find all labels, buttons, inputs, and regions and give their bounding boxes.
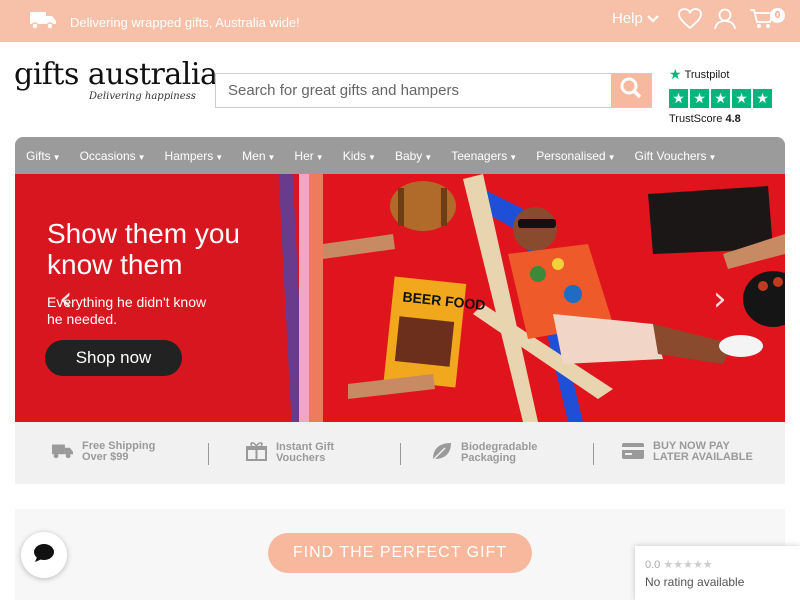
announcement-text: Delivering wrapped gifts, Australia wide…	[70, 15, 300, 30]
nav-item-men[interactable]: Men ▼	[242, 149, 275, 163]
nav-item-teenagers[interactable]: Teenagers ▼	[451, 149, 517, 163]
search-input[interactable]	[216, 74, 611, 107]
nav-item-personalised[interactable]: Personalised ▼	[536, 149, 615, 163]
nav-item-hampers[interactable]: Hampers ▼	[165, 149, 224, 163]
nav-item-baby[interactable]: Baby ▼	[395, 149, 432, 163]
usp-line2: Vouchers	[276, 451, 326, 464]
trustscore-value: 4.8	[725, 113, 741, 125]
search-button[interactable]	[611, 74, 651, 107]
chevron-left-icon[interactable]: ‹	[59, 279, 73, 319]
search-icon	[620, 77, 642, 104]
nav-item-gift-vouchers[interactable]: Gift Vouchers ▼	[635, 149, 717, 163]
nav-item-occasions[interactable]: Occasions ▼	[80, 149, 146, 163]
nav-label: Personalised	[536, 148, 606, 163]
help-menu[interactable]: Help	[612, 10, 659, 27]
caret-down-icon: ▼	[215, 152, 224, 162]
hero-banner[interactable]: BEER FOOD Show them you know them Everyt…	[15, 174, 785, 422]
rating-score: 0.0	[645, 559, 661, 571]
nav-label: Her	[294, 148, 314, 163]
truck-icon	[30, 10, 56, 35]
help-label: Help	[612, 10, 643, 27]
trustpilot-logo: ★ Trustpilot	[669, 66, 772, 83]
decorative-stripe	[299, 174, 309, 422]
star-icon: ★	[690, 89, 709, 108]
gift-icon	[246, 441, 267, 464]
trustscore-label: TrustScore	[669, 113, 723, 125]
star-icon: ★	[669, 66, 682, 82]
credit-card-icon	[622, 442, 644, 462]
chevron-down-icon	[647, 10, 659, 27]
usp-strip: Free Shipping Over $99 Instant Gift Vouche…	[15, 422, 785, 484]
caret-down-icon: ▼	[137, 152, 146, 162]
caret-down-icon: ▼	[368, 152, 376, 162]
leaf-icon	[431, 441, 452, 464]
divider	[208, 443, 209, 465]
divider	[400, 443, 401, 465]
truck-icon	[52, 442, 73, 463]
chevron-right-icon[interactable]: ›	[713, 279, 727, 319]
announcement-bar: Delivering wrapped gifts, Australia wide…	[0, 0, 800, 42]
star-icon: ★	[753, 89, 772, 108]
nav-label: Hampers	[164, 148, 214, 163]
nav-item-her[interactable]: Her ▼	[294, 149, 323, 163]
trustscore: TrustScore 4.8	[669, 113, 772, 125]
rating-stars: ★★★★★	[663, 559, 713, 571]
caret-down-icon: ▼	[267, 152, 276, 162]
find-perfect-gift-button[interactable]: FIND THE PERFECT GIFT	[268, 533, 532, 573]
usp-line2: Packaging	[461, 451, 517, 464]
search-bar	[215, 73, 652, 108]
caret-down-icon: ▼	[52, 152, 61, 162]
cart-count-badge: 0	[770, 8, 785, 23]
nav-label: Gift Vouchers	[634, 148, 707, 163]
caret-down-icon: ▼	[708, 152, 717, 162]
hero-headline: Show them you know them	[47, 218, 240, 280]
star-icon: ★	[711, 89, 730, 108]
divider	[593, 443, 594, 465]
logo-name: gifts australia	[14, 57, 218, 92]
usp-buy-now-pay-later: BUY NOW PAY LATER AVAILABLE	[622, 441, 753, 463]
user-icon[interactable]	[714, 8, 736, 35]
usp-line2: LATER AVAILABLE	[653, 451, 753, 463]
trustpilot-stars: ★ ★ ★ ★ ★	[669, 89, 772, 108]
rating-score-line: 0.0 ★★★★★	[645, 558, 800, 571]
caret-down-icon: ▼	[607, 152, 616, 162]
caret-down-icon: ▼	[315, 152, 324, 162]
trustpilot-brand: Trustpilot	[684, 68, 730, 81]
rating-label: No rating available	[645, 575, 745, 589]
heart-icon[interactable]	[678, 8, 702, 35]
caret-down-icon: ▼	[509, 152, 518, 162]
nav-label: Baby	[394, 148, 423, 163]
nav-label: Kids	[342, 148, 367, 163]
site-logo[interactable]: gifts australia Delivering happiness	[14, 57, 218, 103]
chat-icon	[33, 543, 55, 568]
star-icon: ★	[669, 89, 688, 108]
shop-now-button[interactable]: Shop now	[45, 340, 182, 376]
star-icon: ★	[732, 89, 751, 108]
nav-item-kids[interactable]: Kids ▼	[343, 149, 376, 163]
logo-tagline: Delivering happiness	[89, 91, 196, 102]
trustpilot-widget[interactable]: ★ Trustpilot ★ ★ ★ ★ ★ TrustScore 4.8	[669, 66, 772, 125]
chat-button[interactable]	[21, 532, 67, 578]
usp-line2: Over $99	[82, 451, 129, 463]
nav-label: Teenagers	[451, 148, 508, 163]
nav-label: Occasions	[79, 148, 136, 163]
usp-free-shipping: Free Shipping Over $99	[52, 441, 155, 463]
usp-instant-vouchers: Instant Gift Vouchers	[246, 441, 334, 464]
rating-widget[interactable]: 0.0 ★★★★★ No rating available	[635, 546, 800, 600]
usp-biodegradable: Biodegradable Packaging	[431, 441, 537, 464]
caret-down-icon: ▼	[424, 152, 433, 162]
nav-label: Gifts	[26, 148, 51, 163]
main-nav: Gifts ▼ Occasions ▼ Hampers ▼ Men ▼ Her ▼ Kid…	[15, 137, 785, 174]
decorative-stripe	[309, 174, 323, 422]
nav-item-gifts[interactable]: Gifts ▼	[26, 149, 61, 163]
nav-label: Men	[242, 148, 266, 163]
